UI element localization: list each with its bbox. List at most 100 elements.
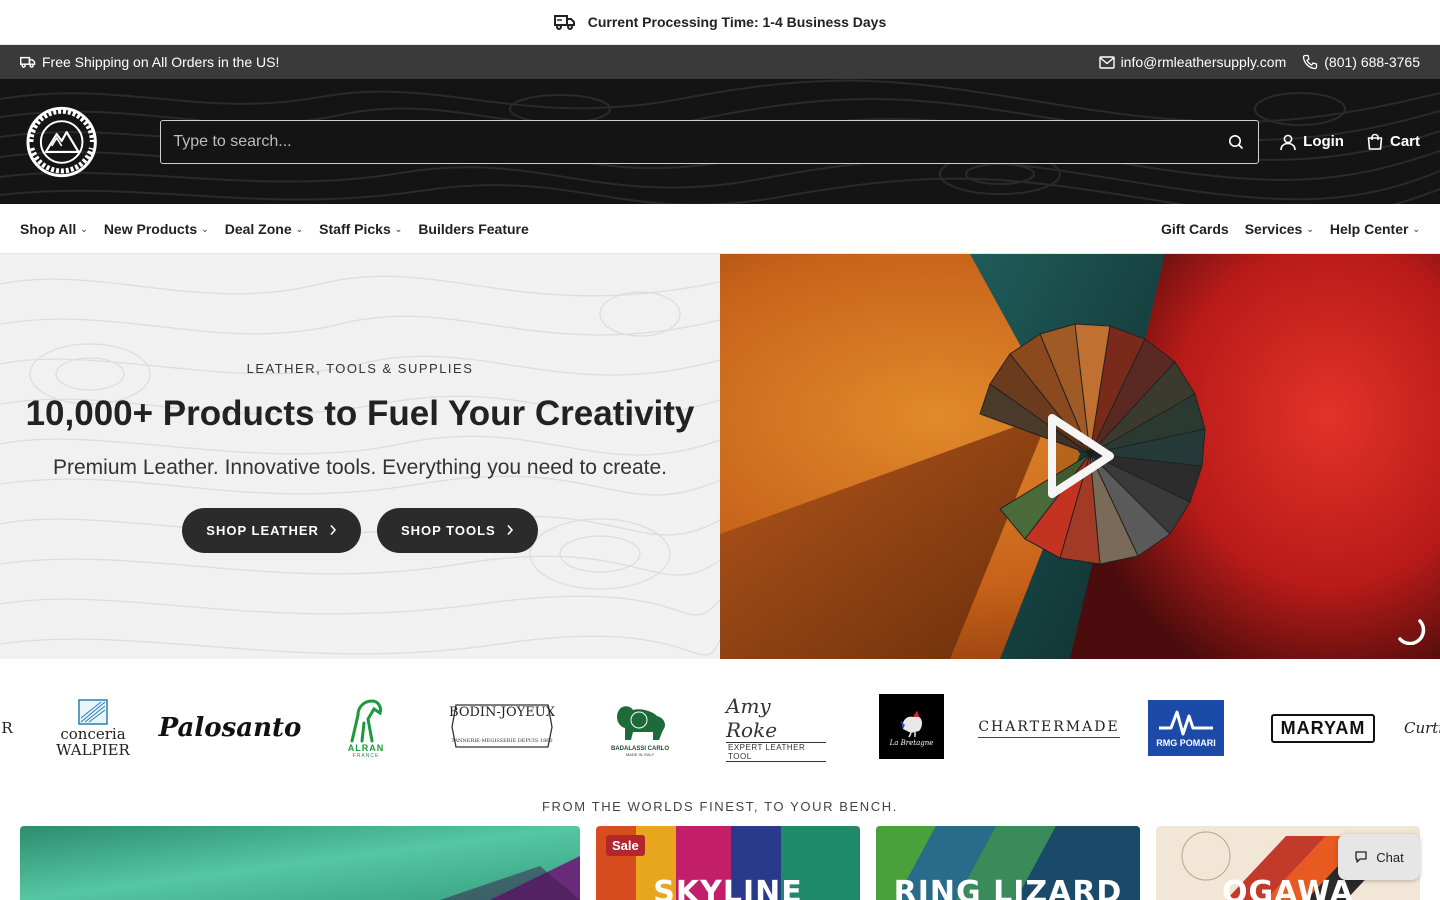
chat-button[interactable]: Chat (1338, 834, 1420, 880)
nav-staff-picks-label[interactable]: Staff Picks (319, 221, 391, 237)
user-icon (1280, 134, 1296, 150)
chevron-down-icon: ⌄ (295, 224, 304, 234)
search-bar[interactable] (160, 119, 1260, 164)
brand-partial-left-text: R (1, 719, 13, 737)
brand-logo-partial[interactable]: R (0, 694, 14, 762)
alran-subtitle: FRANCE (352, 753, 380, 759)
mail-icon (1098, 55, 1115, 69)
search-input[interactable] (173, 132, 1227, 151)
brand-logo-alran[interactable]: ALRAN FRANCE (340, 694, 392, 762)
chartermade-wordmark: CHARTERMADE (978, 719, 1120, 738)
brand-logo-palosanto[interactable]: Palosanto (159, 694, 302, 762)
shop-leather-button[interactable]: SHOP LEATHER (182, 507, 361, 553)
rooster-logo-icon (900, 710, 922, 737)
rmg-pomari-wordmark: RMG POMARI (1156, 738, 1216, 748)
brand-logo-la-bretagne[interactable]: La Bretagne (879, 694, 944, 759)
nav-shop-all-label[interactable]: Shop All (20, 221, 76, 237)
free-shipping-notice: Free Shipping on All Orders in the US! (20, 54, 279, 70)
chevron-down-icon: ⌄ (394, 224, 403, 234)
nav-staff-picks[interactable]: Staff Picks ⌄ (319, 221, 402, 237)
nav-shop-all[interactable]: Shop All ⌄ (20, 221, 88, 237)
nav-deal-zone-label[interactable]: Deal Zone (225, 221, 292, 237)
cart-label[interactable]: Cart (1390, 133, 1420, 150)
hero-eyebrow: LEATHER, TOOLS & SUPPLIES (246, 360, 474, 376)
phone-link[interactable]: (801) 688-3765 (1302, 54, 1420, 70)
hero-section: LEATHER, TOOLS & SUPPLIES 10,000+ Produc… (0, 254, 1440, 659)
goat-logo-icon (350, 699, 382, 743)
brand-logo-walpier[interactable]: conceria WALPIER (52, 694, 134, 762)
bodin-joyeux-subtitle: TANNERIE-MEGISSERIE DEPUIS 1860 (451, 737, 553, 744)
brand-logo-badalassi[interactable]: BADALASSI CARLO MADE IN ITALY (606, 694, 674, 762)
shop-tools-button[interactable]: SHOP TOOLS (376, 507, 538, 553)
site-header: Login Cart (0, 79, 1440, 204)
play-icon[interactable] (1046, 414, 1116, 498)
nav-gift-cards[interactable]: Gift Cards (1161, 221, 1229, 237)
nav-new-products[interactable]: New Products ⌄ (104, 221, 209, 237)
brand-partial-right-text: Curti (1404, 719, 1440, 737)
badalassi-subtitle: MADE IN ITALY (625, 751, 655, 757)
email-link[interactable]: info@rmleathersupply.com (1098, 54, 1287, 70)
login-label[interactable]: Login (1303, 133, 1344, 150)
amy-roke-wordmark: Amy Roke (726, 694, 778, 742)
product-card-ring-lizard-label: RING LIZARD (893, 875, 1123, 900)
nav-services[interactable]: Services ⌄ (1245, 221, 1314, 237)
login-button[interactable]: Login (1279, 133, 1344, 151)
shop-tools-label[interactable]: SHOP TOOLS (401, 523, 496, 538)
utility-bar: Free Shipping on All Orders in the US! i… (0, 45, 1440, 79)
loading-spinner-icon (1398, 619, 1426, 645)
walpier-emblem-icon (78, 699, 108, 725)
phone-icon (1303, 54, 1318, 70)
nav-builders-feature[interactable]: Builders Feature (418, 221, 528, 237)
chevron-down-icon: ⌄ (201, 224, 209, 234)
chevron-down-icon: ⌄ (1306, 224, 1314, 234)
cart-icon (1367, 133, 1383, 150)
hero-video[interactable] (720, 254, 1440, 659)
alran-wordmark: ALRAN (347, 743, 385, 753)
brand-logo-bodin-joyeux[interactable]: BODIN-JOYEUX TANNERIE-MEGISSERIE DEPUIS … (446, 694, 558, 762)
chat-label[interactable]: Chat (1376, 850, 1403, 865)
brand-logo-amy-roke[interactable]: Amy Roke EXPERT LEATHER TOOL (726, 694, 826, 762)
phone-text[interactable]: (801) 688-3765 (1324, 54, 1420, 70)
search-button[interactable] (1226, 132, 1246, 152)
nav-deal-zone[interactable]: Deal Zone ⌄ (225, 221, 303, 237)
free-shipping-text: Free Shipping on All Orders in the US! (42, 54, 280, 70)
brand-logo[interactable] (26, 104, 97, 180)
walpier-line2: WALPIER (56, 741, 130, 759)
chevron-down-icon: ⌄ (1412, 224, 1420, 234)
nav-new-products-label[interactable]: New Products (104, 221, 197, 237)
hero-text-panel: LEATHER, TOOLS & SUPPLIES 10,000+ Produc… (0, 254, 720, 659)
chevron-down-icon: ⌄ (80, 224, 88, 234)
rmg-wave-icon (1159, 710, 1213, 736)
brand-logo-carousel: R conceria WALPIER Palosanto ALRAN FRANC… (0, 659, 1440, 797)
hero-headline: 10,000+ Products to Fuel Your Creativity (25, 393, 695, 433)
green-leather-image (20, 826, 580, 900)
brand-logo-chartermade[interactable]: CHARTERMADE (978, 694, 1120, 762)
walpier-line1: conceria (60, 725, 126, 743)
bull-logo-icon (617, 705, 665, 740)
hero-subheadline: Premium Leather. Innovative tools. Every… (52, 455, 667, 479)
main-navigation: Shop All ⌄ New Products ⌄ Deal Zone ⌄ Staff… (0, 204, 1440, 254)
announcement-text: Current Processing Time: 1-4 Business Da… (587, 14, 887, 30)
product-card-skyline[interactable]: Sale SKYLINE (596, 826, 860, 900)
product-card-ring-lizard[interactable]: RING LIZARD (876, 826, 1140, 900)
nav-services-label[interactable]: Services (1245, 221, 1303, 237)
nav-help-center-label[interactable]: Help Center (1330, 221, 1409, 237)
shop-leather-label[interactable]: SHOP LEATHER (206, 523, 319, 538)
product-card-1[interactable] (20, 826, 580, 900)
nav-gift-cards-label[interactable]: Gift Cards (1161, 221, 1229, 237)
brand-logo-rmg-pomari[interactable]: RMG POMARI (1148, 700, 1224, 756)
sale-badge: Sale (606, 835, 645, 856)
search-icon (1229, 134, 1244, 149)
truck-icon (20, 56, 36, 68)
cart-button[interactable]: Cart (1366, 133, 1420, 151)
chevron-right-icon (507, 524, 513, 536)
email-text[interactable]: info@rmleathersupply.com (1121, 54, 1287, 70)
brand-logo-maryam[interactable]: MARYAM (1270, 694, 1376, 762)
bodin-joyeux-wordmark: BODIN-JOYEUX (449, 704, 555, 720)
brand-tagline: FROM THE WORLDS FINEST, TO YOUR BENCH. (542, 799, 898, 814)
maryam-wordmark: MARYAM (1270, 713, 1376, 743)
announcement-bar: Current Processing Time: 1-4 Business Da… (0, 0, 1440, 45)
nav-help-center[interactable]: Help Center ⌄ (1330, 221, 1420, 237)
brand-logo-partial[interactable]: Curti (1404, 694, 1440, 762)
nav-builders-feature-label[interactable]: Builders Feature (418, 221, 528, 237)
